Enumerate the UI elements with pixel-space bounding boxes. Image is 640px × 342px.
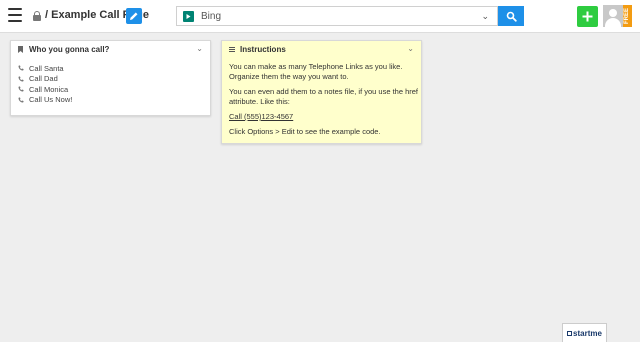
add-button[interactable] [577, 6, 598, 27]
list-item[interactable]: Call Dad [18, 74, 72, 85]
instructions-widget: Instructions ⌄ You can make as many Tele… [221, 40, 422, 144]
instructions-text: You can make as many Telephone Links as … [229, 62, 419, 142]
avatar[interactable] [603, 5, 623, 27]
calls-widget: Who you gonna call? ⌄ Call Santa Call Da… [10, 40, 211, 116]
phone-icon [18, 86, 24, 92]
startme-logo[interactable]: startme [562, 323, 607, 342]
list-item[interactable]: Call Monica [18, 84, 72, 95]
phone-icon [18, 76, 24, 82]
call-link-label: Call Us Now! [29, 95, 73, 105]
bookmark-icon [18, 46, 23, 53]
free-badge[interactable]: FREE [623, 5, 632, 27]
notes-icon [229, 47, 235, 52]
search-icon [506, 11, 517, 22]
pencil-icon [130, 12, 138, 20]
search-button[interactable] [498, 6, 524, 26]
list-item[interactable]: Call Us Now! [18, 95, 72, 106]
search-engine-label[interactable]: Bing [201, 11, 221, 22]
widget-title: Instructions [240, 45, 286, 54]
instructions-paragraph: You can even add them to a notes file, i… [229, 87, 419, 106]
widget-header[interactable]: Instructions ⌄ [222, 41, 421, 57]
widget-title: Who you gonna call? [29, 45, 110, 54]
list-item[interactable]: Call Santa [18, 63, 72, 74]
telephone-link[interactable]: Call (555)123-4567 [229, 112, 293, 121]
chevron-down-icon[interactable]: ⌄ [407, 44, 414, 53]
instructions-paragraph: Click Options > Edit to see the example … [229, 127, 381, 136]
bing-icon[interactable] [183, 11, 194, 22]
call-link-label: Call Monica [29, 84, 69, 94]
edit-page-button[interactable] [126, 8, 142, 24]
search-input[interactable]: Bing ⌄ [176, 6, 498, 26]
phone-icon [18, 65, 24, 71]
plus-icon [582, 11, 593, 22]
call-link-label: Call Dad [29, 74, 58, 84]
call-link-label: Call Santa [29, 63, 64, 73]
phone-icon [18, 97, 24, 103]
chevron-down-icon[interactable]: ⌄ [196, 44, 203, 53]
lock-icon [33, 11, 41, 21]
instructions-paragraph: You can make as many Telephone Links as … [229, 62, 403, 81]
startme-logo-mark [567, 330, 573, 336]
call-link-list: Call Santa Call Dad Call Monica Call Us … [18, 63, 72, 105]
menu-icon[interactable] [8, 8, 22, 24]
chevron-down-icon[interactable]: ⌄ [481, 11, 489, 22]
top-bar: / Example Call Page Bing ⌄ FREE [0, 0, 640, 33]
startme-brand: startme [573, 328, 602, 338]
widget-header[interactable]: Who you gonna call? ⌄ [11, 41, 210, 57]
